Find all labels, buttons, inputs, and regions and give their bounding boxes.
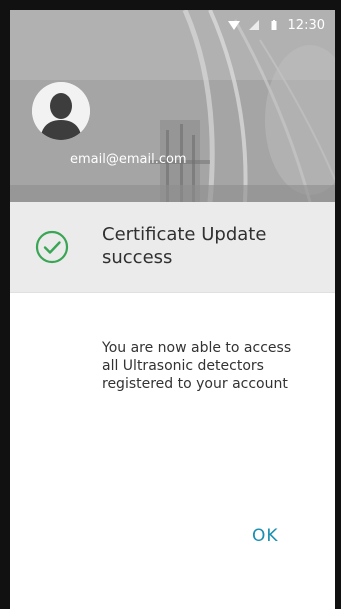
wifi-icon <box>227 21 240 30</box>
status-time: 12:30 <box>287 17 325 33</box>
signal-icon <box>248 20 259 30</box>
certificate-status-title: Certificate Update success <box>102 224 267 268</box>
status-bar: 12:30 <box>10 10 335 40</box>
user-avatar-icon[interactable] <box>32 82 90 140</box>
user-email: email@email.com <box>70 152 187 167</box>
certificate-status-banner: Certificate Update success <box>10 202 335 293</box>
ok-button[interactable]: OK <box>246 522 285 550</box>
success-message: You are now able to access all Ultrasoni… <box>102 340 292 392</box>
app-screen: 12:30 email@email.com Certificate Update… <box>10 10 335 609</box>
battery-icon <box>271 20 277 30</box>
check-circle-icon <box>35 230 69 264</box>
